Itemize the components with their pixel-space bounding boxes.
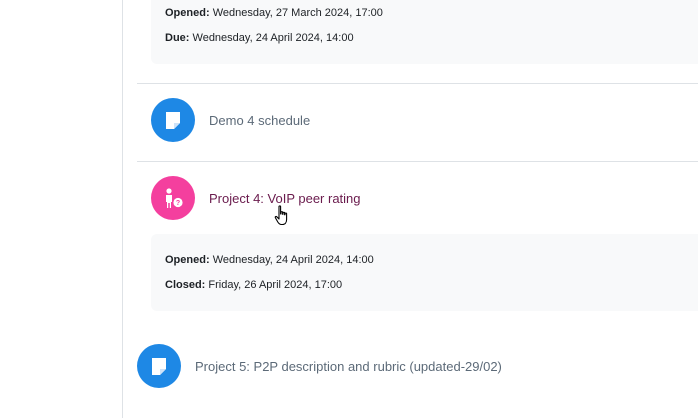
- due-value: Wednesday, 24 April 2024, 14:00: [192, 32, 354, 44]
- svg-text:?: ?: [176, 200, 180, 207]
- activity-link-demo-4-schedule[interactable]: Demo 4 schedule: [209, 113, 310, 128]
- opened-value: Wednesday, 24 April 2024, 14:00: [212, 254, 374, 266]
- closed-value: Friday, 26 April 2024, 17:00: [208, 279, 343, 291]
- hand-cursor-icon: [274, 205, 288, 226]
- course-page: Opened: Wednesday, 27 March 2024, 17:00 …: [0, 0, 698, 418]
- page-icon[interactable]: [137, 344, 181, 388]
- activity-divider: [137, 161, 698, 162]
- opened-label: Opened:: [165, 7, 210, 19]
- left-gutter: [0, 0, 123, 418]
- activity-item: ? Project 4: VoIP peer rating: [151, 176, 361, 220]
- activity-link-project-5-p2p-description[interactable]: Project 5: P2P description and rubric (u…: [195, 359, 502, 374]
- activity-item: Demo 4 schedule: [151, 98, 310, 142]
- page-icon[interactable]: [151, 98, 195, 142]
- activity-dates-box: Opened: Wednesday, 24 April 2024, 14:00 …: [151, 234, 698, 311]
- due-date-row: Due: Wednesday, 24 April 2024, 14:00: [165, 31, 354, 45]
- closed-label: Closed:: [165, 279, 206, 291]
- activity-link-project-4-voip-peer-rating[interactable]: Project 4: VoIP peer rating: [209, 191, 361, 206]
- activity-item: Project 5: P2P description and rubric (u…: [137, 344, 502, 388]
- due-label: Due:: [165, 32, 190, 44]
- opened-value: Wednesday, 27 March 2024, 17:00: [212, 7, 383, 19]
- activity-divider: [137, 83, 698, 84]
- opened-label: Opened:: [165, 254, 210, 266]
- opened-date-row: Opened: Wednesday, 27 March 2024, 17:00: [165, 6, 383, 20]
- closed-date-row: Closed: Friday, 26 April 2024, 17:00: [165, 278, 342, 292]
- opened-date-row: Opened: Wednesday, 24 April 2024, 14:00: [165, 253, 374, 267]
- activity-dates-box: Opened: Wednesday, 27 March 2024, 17:00 …: [151, 0, 698, 64]
- peer-rating-icon[interactable]: ?: [151, 176, 195, 220]
